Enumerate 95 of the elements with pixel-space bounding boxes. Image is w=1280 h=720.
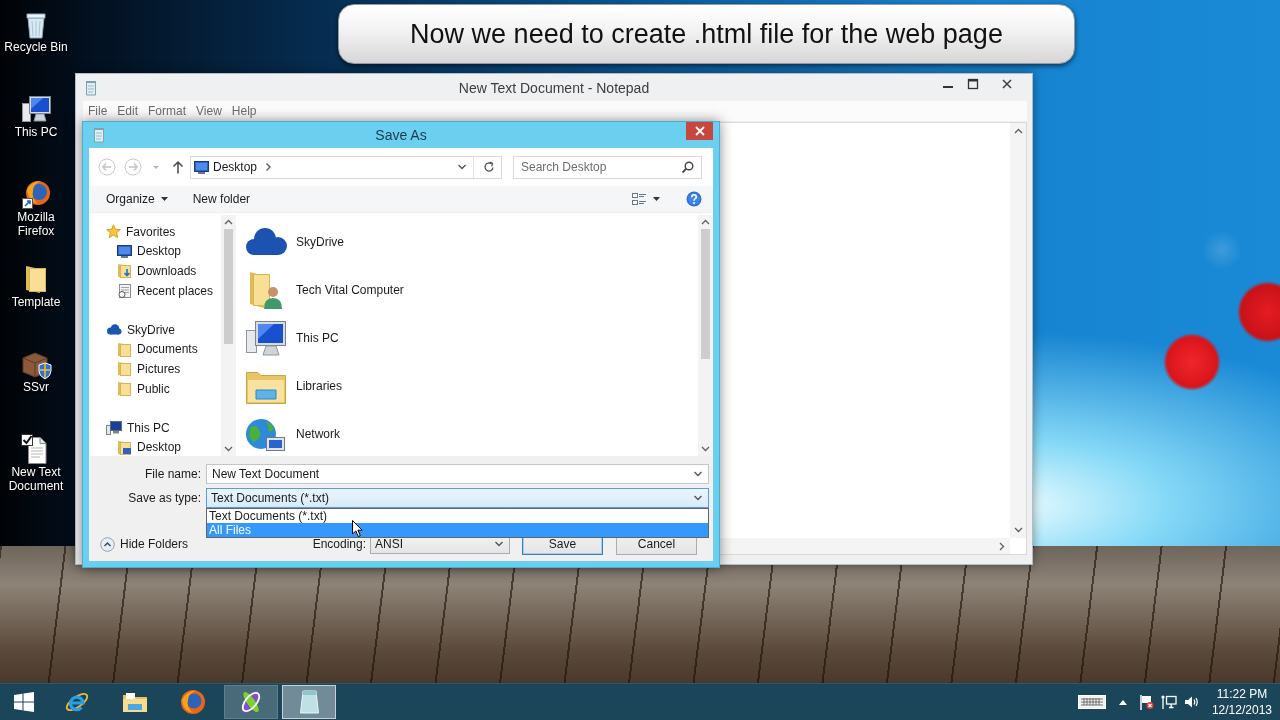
nav-item[interactable]: Desktop [89,437,221,456]
search-icon[interactable] [681,160,694,174]
chevron-up-icon[interactable] [701,219,710,225]
computer-icon [244,318,288,358]
globe-icon [180,689,206,715]
nav-item[interactable]: Downloads [89,261,221,281]
search-field[interactable]: Search Desktop [513,155,702,179]
video-caption: Now we need to create .html file for the web page [338,4,1075,64]
computer-icon [106,420,122,435]
file-type-dropdown[interactable]: Text Documents (*.txt) [206,488,709,508]
document-icon [117,283,132,299]
menu-item[interactable]: Format [143,104,192,118]
cloud-icon [243,227,289,257]
chevron-down-icon[interactable] [701,446,710,452]
scrollbar-thumb[interactable] [224,229,233,344]
nav-item[interactable]: Documents [89,339,221,360]
desktop-shortcut[interactable]: SSvr [0,344,72,429]
notepad-icon [92,127,106,143]
desktop-shortcut[interactable]: New Text Document [0,429,72,514]
chevron-up-icon [100,536,115,552]
taskbar-clock[interactable]: 11:22 PM 12/12/2013 [1207,686,1276,718]
nav-item[interactable]: Pictures [89,359,221,379]
chevron-down-icon[interactable] [693,470,703,478]
scrollbar-thumb[interactable] [701,229,710,359]
file-name-field[interactable]: New Text Document [206,464,709,484]
close-icon[interactable] [1001,78,1013,90]
list-view-icon [631,192,647,206]
help-icon[interactable] [686,191,702,207]
folder-icon [117,361,132,377]
menu-item[interactable]: Help [226,104,262,118]
chevron-down-icon[interactable] [457,163,467,171]
chevron-up-icon[interactable] [1013,128,1023,134]
address-location[interactable]: Desktop [213,160,258,174]
address-bar[interactable]: Desktop [190,155,502,179]
star-icon [106,224,121,240]
location-item[interactable]: This PC [240,314,698,362]
flag-icon[interactable] [1138,694,1154,710]
new-folder-button[interactable]: New folder [184,188,259,210]
desktop-shortcut[interactable]: Mozilla Firefox [0,174,72,259]
chevron-down-icon[interactable] [1013,527,1023,533]
windows-logo-icon [14,692,34,712]
field-label: Save as type: [127,491,202,505]
chevron-down-icon [494,540,504,548]
menu-item[interactable]: View [191,104,227,118]
folder-icon [117,381,132,397]
nav-item[interactable]: Public [89,378,221,399]
cloud-icon [106,324,122,336]
taskbar-button[interactable] [224,685,278,719]
desktop-shortcut[interactable]: Template [0,259,72,344]
nav-item[interactable]: This PC [89,417,221,438]
keyboard-icon[interactable] [1077,695,1106,709]
monitor-icon [194,160,209,174]
desktop-shortcut[interactable]: This PC [0,89,72,174]
close-button[interactable] [686,122,713,140]
field-label: File name: [143,467,202,481]
location-item[interactable]: Network [240,410,698,456]
window-title: New Text Document - Notepad [458,79,650,96]
chevron-down-icon[interactable] [224,446,233,452]
menu-item[interactable]: File [83,104,113,118]
chevron-down-icon [693,494,703,502]
dialog-title: Save As [375,127,427,143]
folder-icon [121,690,149,714]
chevron-right-icon[interactable] [999,541,1005,551]
nav-item[interactable]: Desktop [89,241,221,262]
monitor-icon [117,244,132,258]
hide-folders-button[interactable]: Hide Folders [100,534,189,554]
notepad-icon [297,689,321,715]
nav-item[interactable]: Recent places [89,280,221,301]
nav-item[interactable]: Favorites [89,222,221,242]
refresh-icon[interactable] [483,161,495,173]
notepad-icon [84,79,98,96]
nav-item[interactable]: SkyDrive [89,319,221,340]
maximize-icon[interactable] [966,78,979,90]
globe-icon [20,178,52,210]
close-icon [694,126,705,136]
chevron-up-icon[interactable] [224,219,233,225]
network-icon[interactable] [1160,694,1177,710]
computer-icon [20,93,52,125]
location-item[interactable]: Libraries [240,362,698,410]
location-item[interactable]: SkyDrive [240,218,698,266]
caret-down-icon [160,197,168,201]
desktop-shortcut[interactable]: Recycle Bin [0,4,72,89]
chevron-up-icon[interactable] [1117,699,1128,705]
location-item[interactable]: Tech Vital Computer [240,266,698,314]
encoding-label: Encoding: [312,537,366,551]
chevron-right-icon[interactable] [264,162,273,172]
dropdown-option[interactable]: Text Documents (*.txt) [207,509,708,523]
up-arrow-icon[interactable] [172,160,184,174]
folder-icon [117,341,132,357]
menu-item[interactable]: Edit [112,104,144,118]
organize-button[interactable]: Organize [98,188,176,210]
folder-icon [117,439,132,455]
speaker-icon[interactable] [1183,695,1199,709]
caret-down-icon [653,197,660,201]
download-folder-icon [117,263,132,279]
